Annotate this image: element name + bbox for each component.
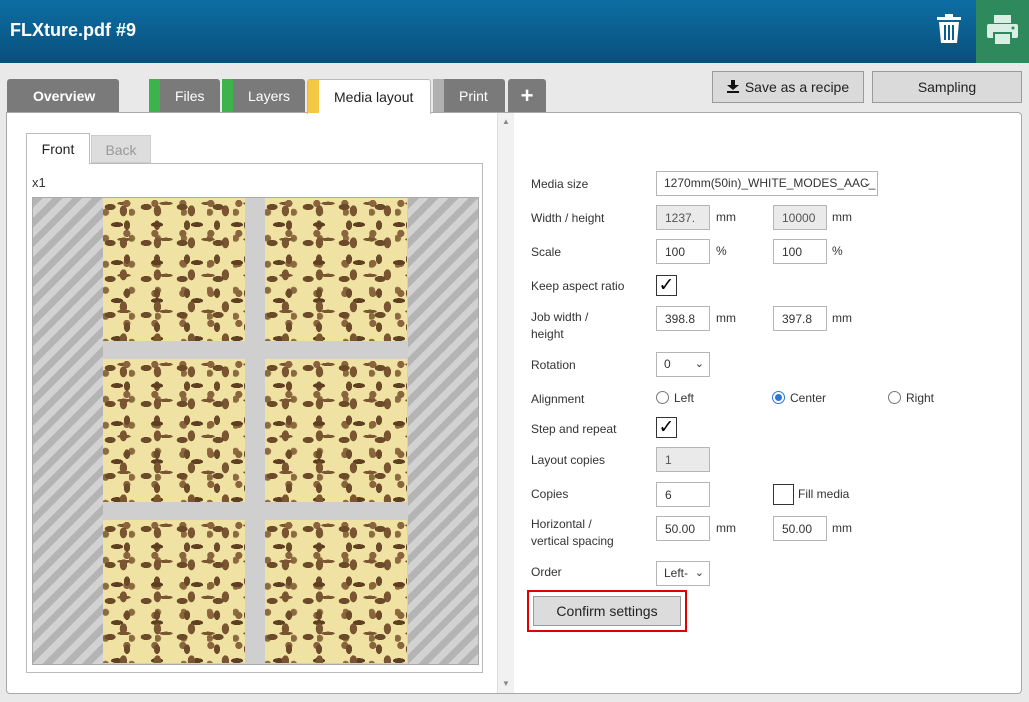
media-size-select[interactable]: 1270mm(50in)_WHITE_MODES_AAC_ ⌄ <box>656 171 878 196</box>
vertical-spacing-field[interactable] <box>773 516 827 541</box>
unit-label: % <box>832 244 843 258</box>
align-center-radio[interactable] <box>772 391 785 404</box>
job-width-field[interactable] <box>656 306 710 331</box>
tab-overview[interactable]: Overview <box>7 79 119 112</box>
media-width-field[interactable] <box>656 205 710 230</box>
layout-copy-tile <box>103 359 245 502</box>
copies-label: Copies <box>531 487 569 501</box>
status-indicator <box>222 79 233 112</box>
align-center-label: Center <box>790 391 827 405</box>
confirm-settings-button[interactable]: Confirm settings <box>533 596 681 626</box>
step-repeat-label: Step and repeat <box>531 422 617 436</box>
media-height-field[interactable] <box>773 205 827 230</box>
width-height-label: Width / height <box>531 211 605 225</box>
layout-copies-label: Layout copies <box>531 453 606 467</box>
step-repeat-checkbox[interactable]: ✓ <box>656 417 677 438</box>
preview-pane: Front Back x1 <box>7 113 498 693</box>
unit-label: mm <box>832 311 852 325</box>
unit-label: mm <box>832 210 852 224</box>
keep-aspect-label: Keep aspect ratio <box>531 279 625 293</box>
align-right-radio[interactable] <box>888 391 901 404</box>
layout-copy-tile <box>265 198 407 341</box>
chevron-down-icon: ⌄ <box>694 358 704 370</box>
download-icon <box>726 73 739 103</box>
keep-aspect-checkbox[interactable]: ✓ <box>656 275 677 296</box>
scroll-down-icon[interactable]: ▼ <box>502 679 510 688</box>
scroll-up-icon[interactable]: ▲ <box>502 117 510 126</box>
tab-layers[interactable]: Layers <box>222 79 305 112</box>
status-indicator <box>308 80 319 113</box>
unit-label: mm <box>716 311 736 325</box>
unit-label: % <box>716 244 727 258</box>
spacing-label: Horizontal / vertical spacing <box>531 517 614 548</box>
chevron-down-icon: ⌄ <box>694 567 704 579</box>
save-recipe-button[interactable]: Save as a recipe <box>712 71 864 103</box>
plus-icon: + <box>520 83 534 108</box>
chevron-down-icon: ⌄ <box>862 177 872 189</box>
scrollbar[interactable]: ▲ ▼ <box>498 113 514 693</box>
align-left-radio[interactable] <box>656 391 669 404</box>
unit-label: mm <box>716 210 736 224</box>
add-tab-button[interactable]: + <box>508 79 546 112</box>
unit-label: mm <box>716 521 736 535</box>
print-button[interactable] <box>976 0 1029 63</box>
job-height-field[interactable] <box>773 306 827 331</box>
fill-media-label: Fill media <box>798 487 850 501</box>
tab-media-layout[interactable]: Media layout <box>307 79 431 114</box>
scale-y-field[interactable] <box>773 239 827 264</box>
status-indicator <box>433 79 444 112</box>
tab-back[interactable]: Back <box>91 135 151 163</box>
tab-front[interactable]: Front <box>26 133 90 164</box>
fill-media-checkbox[interactable] <box>773 484 794 505</box>
order-select[interactable]: Left- ⌄ <box>656 561 710 586</box>
layout-copies-field[interactable] <box>656 447 710 472</box>
align-right-label: Right <box>906 391 935 405</box>
align-left-label: Left <box>674 391 695 405</box>
unit-label: mm <box>832 521 852 535</box>
media-sheet <box>32 197 479 665</box>
app-header: FLXture.pdf #9 <box>0 0 1029 63</box>
layout-copy-tile <box>103 520 245 663</box>
tab-files[interactable]: Files <box>149 79 220 112</box>
layout-copy-tile <box>265 520 407 663</box>
copies-field[interactable] <box>656 482 710 507</box>
scale-x-field[interactable] <box>656 239 710 264</box>
media-size-label: Media size <box>531 177 589 191</box>
media-layout-panel: Front Back x1 ▲ ▼ Media size 1270mm(50in… <box>6 112 1022 694</box>
sampling-button[interactable]: Sampling <box>872 71 1022 103</box>
job-title: FLXture.pdf #9 <box>10 20 137 40</box>
order-label: Order <box>531 565 562 579</box>
confirm-highlight: Confirm settings <box>527 590 687 632</box>
layout-copy-tile <box>265 359 407 502</box>
copies-indicator: x1 <box>32 175 46 190</box>
trash-icon[interactable] <box>936 14 966 46</box>
rotation-label: Rotation <box>531 358 576 372</box>
layout-copy-tile <box>103 198 245 341</box>
rotation-select[interactable]: 0 ⌄ <box>656 352 710 377</box>
tab-print[interactable]: Print <box>433 79 505 112</box>
printer-icon <box>987 15 1018 45</box>
layout-preview: x1 <box>26 163 483 673</box>
horizontal-spacing-field[interactable] <box>656 516 710 541</box>
job-size-label: Job width / height <box>531 310 589 341</box>
alignment-label: Alignment <box>531 392 585 406</box>
scale-label: Scale <box>531 245 562 259</box>
status-indicator <box>149 79 160 112</box>
